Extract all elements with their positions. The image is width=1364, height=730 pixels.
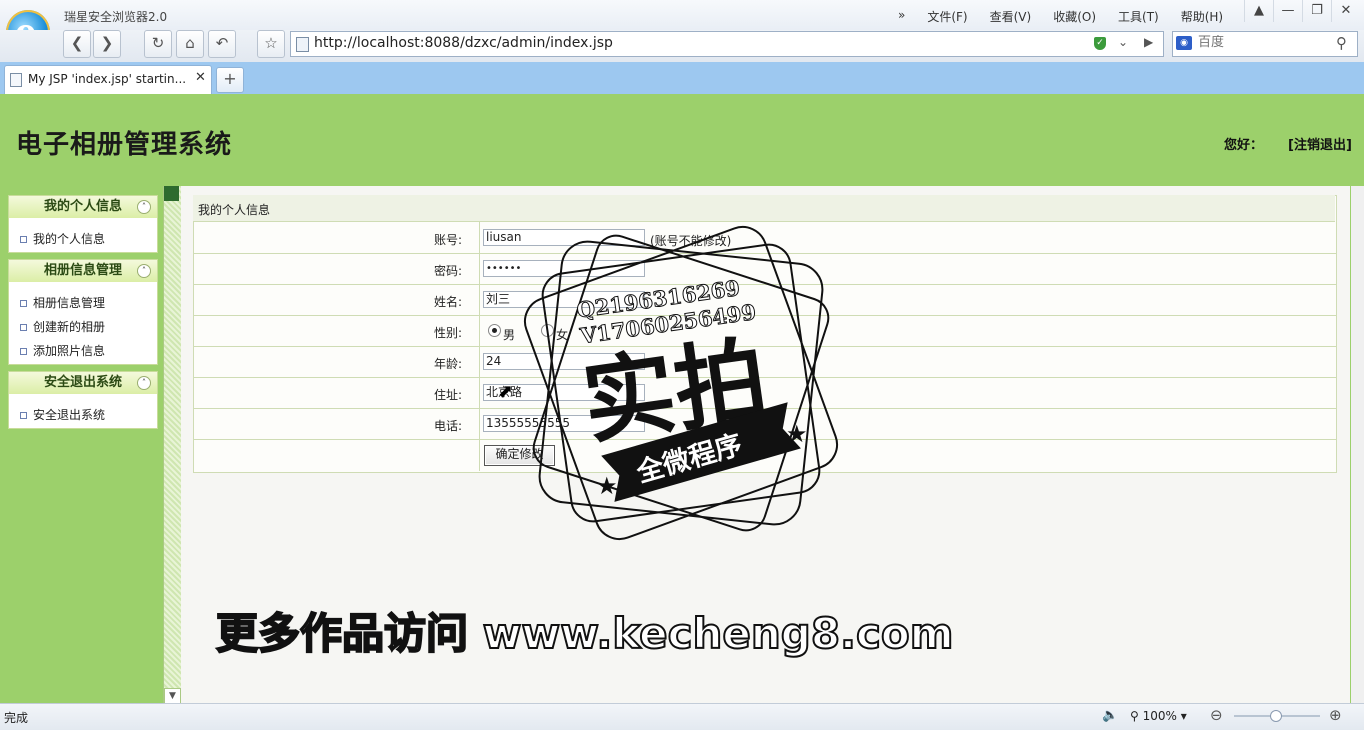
window-controls: ▲ — ❐ ✕ [1244, 0, 1360, 22]
sidebar-section-title: 我的个人信息 [43, 199, 122, 214]
search-input[interactable] [1198, 35, 1328, 50]
zoom-level[interactable]: ⚲ 100% ▾ [1130, 709, 1187, 723]
account-label: 账号: [433, 233, 462, 247]
star-icon: ★ [786, 420, 808, 448]
sidebar-section-title: 相册信息管理 [43, 263, 122, 278]
menu-view[interactable]: 查看(V) [990, 8, 1032, 24]
menu-file[interactable]: 文件(F) [927, 8, 967, 24]
home-button[interactable]: ⌂ [176, 30, 204, 58]
sidebar-item-label: 创建新的相册 [33, 320, 106, 334]
logout-link[interactable]: [注销退出] [1288, 134, 1352, 153]
watermark-stamp: Q2196316269 V17060256499 实拍 全微程序 ★ ★ [523, 225, 839, 541]
speaker-icon[interactable]: 🔈 [1102, 708, 1118, 723]
forward-button[interactable]: ❯ [93, 30, 121, 58]
menu-favorites[interactable]: 收藏(O) [1053, 8, 1096, 24]
sidebar-item-add-photo[interactable]: 添加照片信息 [20, 342, 105, 359]
refresh-button[interactable]: ↻ [144, 30, 172, 58]
bullet-icon [20, 348, 27, 355]
page-icon [296, 37, 309, 52]
skin-icon[interactable]: ▲ [1244, 0, 1273, 22]
chevron-down-icon[interactable]: ⌄ [1118, 35, 1128, 49]
star-icon: ★ [596, 472, 618, 500]
splitter-handle[interactable] [164, 186, 179, 201]
system-title: 电子相册管理系统 [16, 130, 233, 160]
document-icon [10, 73, 22, 87]
zoom-value: 100% [1142, 709, 1177, 723]
bullet-icon [20, 236, 27, 243]
collapse-icon[interactable]: ˄ [137, 376, 151, 390]
bullet-icon [20, 324, 27, 331]
menu-help[interactable]: 帮助(H) [1181, 8, 1223, 24]
back-button[interactable]: ❮ [63, 30, 91, 58]
splitter-arrow-icon[interactable]: ▼ [164, 688, 181, 704]
sidebar-item-label: 相册信息管理 [33, 296, 106, 310]
sidebar-section-exit[interactable]: 安全退出系统 ˄ [8, 371, 158, 395]
collapse-icon[interactable]: ˄ [137, 200, 151, 214]
minimize-button[interactable]: — [1273, 0, 1302, 22]
sidebar-item-label: 添加照片信息 [33, 344, 106, 358]
favorite-star-button[interactable]: ☆ [257, 30, 285, 58]
name-label: 姓名: [433, 295, 462, 309]
sidebar-item-create-album[interactable]: 创建新的相册 [20, 318, 105, 335]
menu-tools[interactable]: 工具(T) [1118, 8, 1159, 24]
menu-more-icon[interactable]: » [898, 8, 905, 24]
bullet-icon [20, 412, 27, 419]
address-label: 住址: [433, 388, 462, 402]
zoom-in-icon[interactable]: ⊕ [1329, 706, 1342, 724]
app-name: 瑞星安全浏览器2.0 [64, 10, 168, 24]
tab-label[interactable]: My JSP 'index.jsp' startin... [28, 72, 186, 86]
go-arrow-icon[interactable]: ▶ [1144, 35, 1153, 49]
gender-male-radio[interactable] [488, 324, 501, 337]
bullet-icon [20, 300, 27, 307]
sidebar-section-album[interactable]: 相册信息管理 ˄ [8, 259, 158, 283]
sidebar-item-my-info[interactable]: 我的个人信息 [20, 230, 105, 247]
collapse-icon[interactable]: ˄ [137, 264, 151, 278]
restore-button[interactable]: ❐ [1302, 0, 1331, 22]
column-divider [479, 222, 480, 471]
sidebar-section-personal[interactable]: 我的个人信息 ˄ [8, 195, 158, 219]
form-caption-text: 我的个人信息 [198, 203, 271, 217]
password-label: 密码: [433, 264, 462, 278]
greeting-text: 您好： [1224, 138, 1264, 153]
search-icon[interactable]: ⚲ [1336, 34, 1347, 52]
status-text: 完成 [4, 711, 29, 725]
sidebar-item-safe-exit[interactable]: 安全退出系统 [20, 406, 105, 423]
age-label: 年龄: [433, 357, 462, 371]
phone-label: 电话: [433, 419, 462, 433]
sidebar-item-label: 我的个人信息 [33, 232, 106, 246]
promo-watermark: 更多作品访问 www.kecheng8.com [215, 608, 955, 659]
vertical-scrollbar[interactable] [1351, 186, 1364, 703]
close-window-button[interactable]: ✕ [1331, 0, 1360, 22]
close-tab-icon[interactable]: ✕ [195, 70, 206, 85]
undo-close-button[interactable]: ↶ [208, 30, 236, 58]
menu-bar: » 文件(F) 查看(V) 收藏(O) 工具(T) 帮助(H) [898, 8, 1223, 24]
shield-icon[interactable]: ✓ [1094, 37, 1106, 50]
sidebar-section-title: 安全退出系统 [43, 375, 122, 390]
zoom-magnifier-icon: ⚲ [1130, 709, 1143, 723]
sidebar-item-album-manage[interactable]: 相册信息管理 [20, 294, 105, 311]
zoom-out-icon[interactable]: ⊖ [1210, 706, 1223, 724]
gender-label: 性别: [433, 326, 462, 340]
zoom-slider-thumb[interactable] [1270, 710, 1282, 722]
sidebar-item-label: 安全退出系统 [33, 408, 106, 422]
baidu-paw-icon[interactable]: ◉ [1176, 36, 1192, 50]
frame-splitter[interactable] [163, 186, 182, 703]
new-tab-button[interactable]: + [216, 67, 244, 93]
address-url[interactable]: http://localhost:8088/dzxc/admin/index.j… [314, 35, 613, 51]
